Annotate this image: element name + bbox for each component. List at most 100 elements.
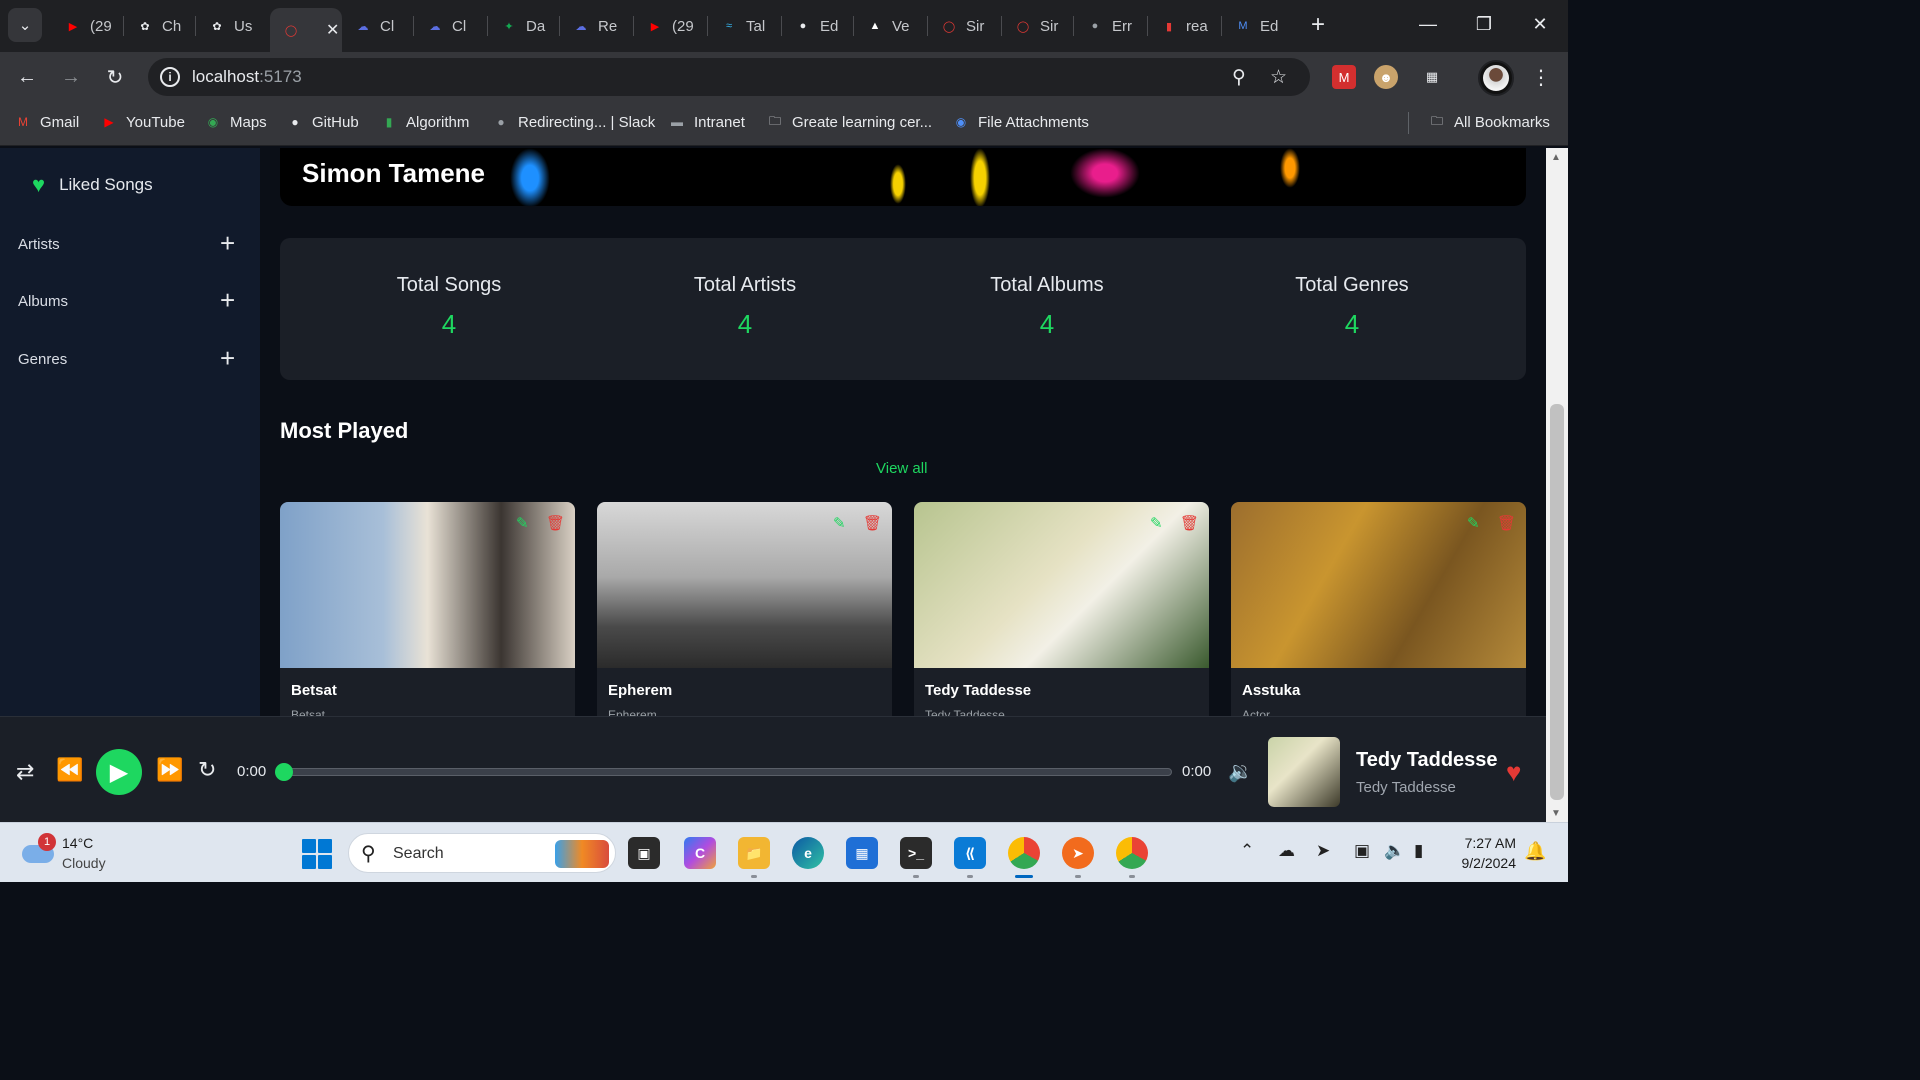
sidebar-item-liked-songs[interactable]: ♥ Liked Songs (32, 172, 153, 198)
browser-tab[interactable]: M Ed (1222, 8, 1288, 44)
scroll-down-icon[interactable]: ▼ (1551, 808, 1561, 819)
reload-button[interactable]: ↻ (100, 62, 130, 92)
tab-search-button[interactable]: ⌄ (8, 8, 42, 42)
site-info-icon[interactable]: i (160, 67, 180, 87)
browser-tab[interactable]: ▲ Ve (854, 8, 920, 44)
scrollbar-thumb[interactable] (1550, 404, 1564, 800)
song-card[interactable]: ✎ 🗑 Tedy Taddesse Tedy Taddesse (914, 502, 1209, 716)
bookmark-item[interactable]: 🗀 Greate learning cer... (766, 113, 932, 131)
edit-icon[interactable]: ✎ (1467, 514, 1480, 532)
browser-tab[interactable]: ◯ Sir (1002, 8, 1068, 44)
repeat-icon[interactable]: ↻ (198, 757, 216, 783)
extension-avatar-icon[interactable]: ☻ (1374, 65, 1398, 89)
progress-track[interactable] (282, 768, 1172, 776)
speaker-icon[interactable]: 🔈 (1384, 841, 1405, 861)
file-explorer-icon[interactable]: 📁 (738, 837, 770, 869)
location-icon[interactable]: ➤ (1316, 841, 1330, 861)
edit-icon[interactable]: ✎ (516, 514, 529, 532)
sidebar-item-albums[interactable]: Albums + (0, 281, 260, 321)
terminal-icon[interactable]: >_ (900, 837, 932, 869)
edge-icon[interactable]: e (792, 837, 824, 869)
restore-button[interactable]: ❐ (1456, 0, 1512, 48)
progress-handle[interactable] (275, 763, 293, 781)
browser-tab[interactable]: ◯ ✕ (270, 8, 342, 52)
previous-icon[interactable]: ⏪ (56, 757, 83, 783)
scroll-up-icon[interactable]: ▲ (1551, 152, 1561, 163)
trash-icon[interactable]: 🗑 (1180, 514, 1199, 532)
zoom-icon[interactable]: ⚲ (1232, 66, 1246, 89)
store-icon[interactable]: ▦ (846, 837, 878, 869)
system-clock[interactable]: 7:27 AM 9/2/2024 (1448, 833, 1517, 873)
bookmark-item[interactable]: ◉ Maps (204, 113, 267, 131)
chrome-profile-icon[interactable] (1116, 837, 1148, 869)
new-tab-button[interactable]: + (1304, 12, 1332, 40)
extension-red-icon[interactable]: M (1332, 65, 1356, 89)
browser-tab[interactable]: ✿ Ch (124, 8, 190, 44)
browser-tab[interactable]: ● Err (1074, 8, 1140, 44)
menu-kebab-icon[interactable]: ⋮ (1526, 62, 1556, 92)
browser-tab[interactable]: ▶ (29 (634, 8, 700, 44)
bookmark-item[interactable]: ● Redirecting... | Slack (492, 113, 655, 131)
vscode-icon[interactable]: ⟪ (954, 837, 986, 869)
copilot-icon[interactable]: C (684, 837, 716, 869)
browser-tab[interactable]: ● Ed (782, 8, 848, 44)
browser-tab[interactable]: ☁ Re (560, 8, 626, 44)
all-bookmarks[interactable]: 🗀 All Bookmarks (1428, 113, 1550, 131)
forward-button[interactable]: → (56, 62, 86, 92)
volume-icon[interactable]: 🔉 (1228, 759, 1253, 784)
browser-tab[interactable]: ✦ Da (488, 8, 554, 44)
browser-tab[interactable]: ☁ Cl (414, 8, 480, 44)
bookmark-item[interactable]: ● GitHub (286, 113, 358, 131)
view-all-link[interactable]: View all (876, 460, 927, 477)
bookmark-item[interactable]: ▮ Algorithm (380, 113, 470, 131)
edit-icon[interactable]: ✎ (833, 514, 846, 532)
browser-tab[interactable]: ✿ Us (196, 8, 262, 44)
page-scrollbar[interactable]: ▲ ▼ (1546, 148, 1568, 822)
onedrive-icon[interactable]: ☁ (1278, 841, 1295, 861)
display-icon[interactable]: ▣ (1354, 841, 1370, 861)
shuffle-icon[interactable]: ⇄ (16, 759, 34, 785)
taskbar-search[interactable]: ⚲ Search (348, 833, 616, 873)
browser-tab[interactable]: ☁ Cl (342, 8, 408, 44)
chevron-up-icon[interactable]: ⌃ (1240, 841, 1254, 861)
chrome-icon[interactable] (1008, 837, 1040, 869)
trash-icon[interactable]: 🗑 (1497, 514, 1516, 532)
close-tab-icon[interactable]: ✕ (326, 20, 339, 40)
address-bar[interactable]: i localhost:5173 ⚲ ☆ (148, 58, 1310, 96)
add-genre-icon[interactable]: + (220, 343, 235, 374)
trash-icon[interactable]: 🗑 (546, 514, 565, 532)
like-heart-icon[interactable]: ♥ (1506, 757, 1521, 788)
profile-avatar[interactable] (1478, 60, 1514, 96)
song-card[interactable]: ✎ 🗑 Betsat Betsat (280, 502, 575, 716)
browser-tab[interactable]: ▶ (29 (52, 8, 118, 44)
battery-icon[interactable]: ▮ (1414, 841, 1423, 861)
bookmark-item[interactable]: ▬ Intranet (668, 113, 745, 131)
song-card[interactable]: ✎ 🗑 Asstuka Actor (1231, 502, 1526, 716)
play-button[interactable]: ▶ (96, 749, 142, 795)
edit-icon[interactable]: ✎ (1150, 514, 1163, 532)
bookmark-item[interactable]: ◉ File Attachments (952, 113, 1089, 131)
add-album-icon[interactable]: + (220, 285, 235, 316)
sidebar-item-artists[interactable]: Artists + (0, 224, 260, 264)
windows-start-button[interactable] (302, 839, 332, 869)
close-window-button[interactable]: ✕ (1512, 0, 1568, 48)
postman-icon[interactable]: ➤ (1062, 837, 1094, 869)
back-button[interactable]: ← (12, 62, 42, 92)
paint-splash (510, 148, 550, 206)
sidebar-item-genres[interactable]: Genres + (0, 339, 260, 379)
notification-bell-icon[interactable]: 🔔 (1524, 841, 1546, 862)
next-icon[interactable]: ⏩ (156, 757, 183, 783)
add-artist-icon[interactable]: + (220, 228, 235, 259)
browser-tab[interactable]: ◯ Sir (928, 8, 994, 44)
task-view-icon[interactable]: ▣ (628, 837, 660, 869)
browser-tab[interactable]: ≈ Tal (708, 8, 774, 44)
star-icon[interactable]: ☆ (1270, 66, 1287, 89)
extensions-puzzle-icon[interactable]: ▦ (1420, 65, 1444, 89)
trash-icon[interactable]: 🗑 (863, 514, 882, 532)
song-card[interactable]: ✎ 🗑 Epherem Epherem (597, 502, 892, 716)
browser-tab[interactable]: ▮ rea (1148, 8, 1214, 44)
profile-name: Simon Tamene (302, 158, 486, 188)
bookmark-item[interactable]: ▶ YouTube (100, 113, 185, 131)
bookmark-item[interactable]: M Gmail (14, 113, 79, 131)
minimize-button[interactable]: — (1400, 0, 1456, 48)
